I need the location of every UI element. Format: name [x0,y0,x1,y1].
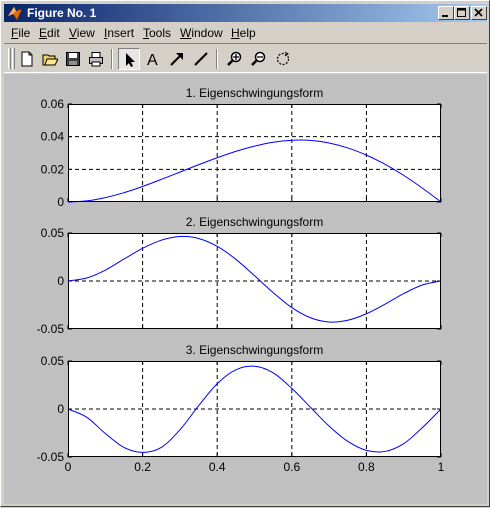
save-icon [66,52,80,66]
axes-1-background[interactable] [68,104,441,202]
toolbar-grip[interactable] [8,48,11,69]
close-button[interactable] [471,6,487,20]
print-icon [89,52,103,67]
matlab-icon [7,6,23,21]
zoom-in-button[interactable] [224,48,246,70]
axes-3-title: 3. Eigenschwingungsform [186,343,323,357]
toolbar-separator-2 [216,49,218,69]
figure-toolbar: A [4,43,487,73]
figure-plots: 0 0.02 0.04 0.06 1. Eigenschwingungsform -0.0… [37,86,445,474]
x-tick-label: 0.6 [283,460,300,474]
y-tick-label: 0 [57,274,64,288]
x-tick-label: 0.8 [358,460,375,474]
menu-window[interactable]: Window [180,26,223,40]
axes-1-title: 1. Eigenschwingungsform [186,86,323,100]
y-tick-label: -0.05 [37,450,65,464]
toolbar-grip-2[interactable] [12,48,15,69]
menu-insert[interactable]: Insert [104,26,134,40]
y-tick-label: -0.05 [37,322,65,336]
save-button[interactable] [62,48,84,70]
y-tick-label: 0.05 [41,226,65,240]
maximize-button[interactable] [454,6,470,20]
rotate-3d-icon [276,51,290,66]
y-tick-label: 0.06 [41,97,65,111]
y-tick-label: 0 [57,195,64,209]
minimize-icon [442,15,448,17]
svg-text:A: A [147,52,158,67]
y-tick-label: 0.02 [41,162,65,176]
x-tick-label: 0.4 [209,460,226,474]
open-file-icon [42,54,58,66]
menu-bar: File Edit View Insert Tools Window Help [4,24,487,42]
menu-edit[interactable]: Edit [39,26,60,40]
insert-arrow-button[interactable] [166,48,188,70]
minimize-button[interactable] [438,6,454,20]
insert-line-button[interactable] [190,48,212,70]
zoom-out-button[interactable] [248,48,270,70]
close-icon [474,8,483,17]
window-title: Figure No. 1 [27,6,97,20]
figure-window: Figure No. 1 File Edit View Insert Tools… [0,0,490,507]
maximize-icon [457,8,466,17]
axes-2-title: 2. Eigenschwingungsform [186,215,323,229]
menu-file[interactable]: File [11,26,30,40]
menu-help[interactable]: Help [231,26,256,40]
insert-arrow-icon [170,53,183,66]
open-file-button[interactable] [39,48,61,70]
title-bar[interactable]: Figure No. 1 [4,4,487,22]
print-button[interactable] [85,48,107,70]
zoom-out-icon [251,51,266,66]
menu-view[interactable]: View [69,26,95,40]
insert-text-icon: A [147,52,158,67]
rotate-3d-button[interactable] [272,48,294,70]
x-tick-label: 1 [438,460,445,474]
edit-plot-arrow-icon [126,53,135,67]
menu-tools[interactable]: Tools [143,26,171,40]
insert-line-icon [194,52,208,66]
zoom-in-icon [227,51,242,66]
new-figure-icon [21,51,33,67]
y-tick-label: 0 [57,402,64,416]
insert-text-button[interactable]: A [142,48,164,70]
x-tick-label: 0 [65,460,72,474]
toolbar-separator [111,49,113,69]
y-tick-label: 0.04 [41,130,65,144]
new-figure-button[interactable] [16,48,38,70]
edit-plot-button[interactable] [118,48,140,70]
x-tick-label: 0.2 [134,460,151,474]
y-tick-label: 0.05 [41,354,65,368]
figure-canvas: 0 0.02 0.04 0.06 1. Eigenschwingungsform -0.0… [4,74,487,504]
